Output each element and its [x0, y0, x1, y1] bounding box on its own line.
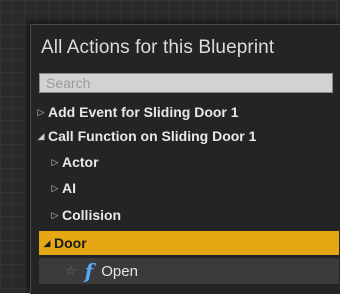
- triangle-down-icon: ◢: [43, 237, 51, 248]
- category-door[interactable]: ◢ Door: [39, 231, 339, 255]
- category-label: Call Function on Sliding Door 1: [48, 128, 257, 144]
- category-ai[interactable]: ▷ AI: [49, 176, 339, 200]
- action-menu: All Actions for this Blueprint ▷ Add Eve…: [30, 24, 340, 294]
- search-input[interactable]: [39, 73, 333, 93]
- function-icon: f: [84, 259, 94, 283]
- star-icon[interactable]: ☆: [65, 263, 77, 279]
- category-collision[interactable]: ▷ Collision: [49, 203, 339, 227]
- triangle-right-outline-icon: ▷: [51, 182, 59, 193]
- menu-title: All Actions for this Blueprint: [41, 37, 275, 58]
- category-label: Actor: [62, 154, 99, 170]
- category-actor[interactable]: ▷ Actor: [49, 150, 339, 174]
- category-label: Collision: [62, 207, 122, 223]
- triangle-right-outline-icon: ▷: [51, 209, 59, 220]
- action-open[interactable]: ☆ f Open: [39, 258, 339, 284]
- action-label: Open: [101, 262, 138, 280]
- category-label: Door: [54, 235, 87, 251]
- triangle-right-outline-icon: ▷: [51, 156, 59, 167]
- category-add-event[interactable]: ▷ Add Event for Sliding Door 1: [35, 100, 335, 124]
- category-call-function[interactable]: ◢ Call Function on Sliding Door 1: [35, 124, 335, 148]
- triangle-down-icon: ◢: [37, 130, 45, 141]
- category-label: Add Event for Sliding Door 1: [48, 104, 239, 120]
- category-label: AI: [62, 180, 76, 196]
- triangle-right-outline-icon: ▷: [37, 106, 45, 117]
